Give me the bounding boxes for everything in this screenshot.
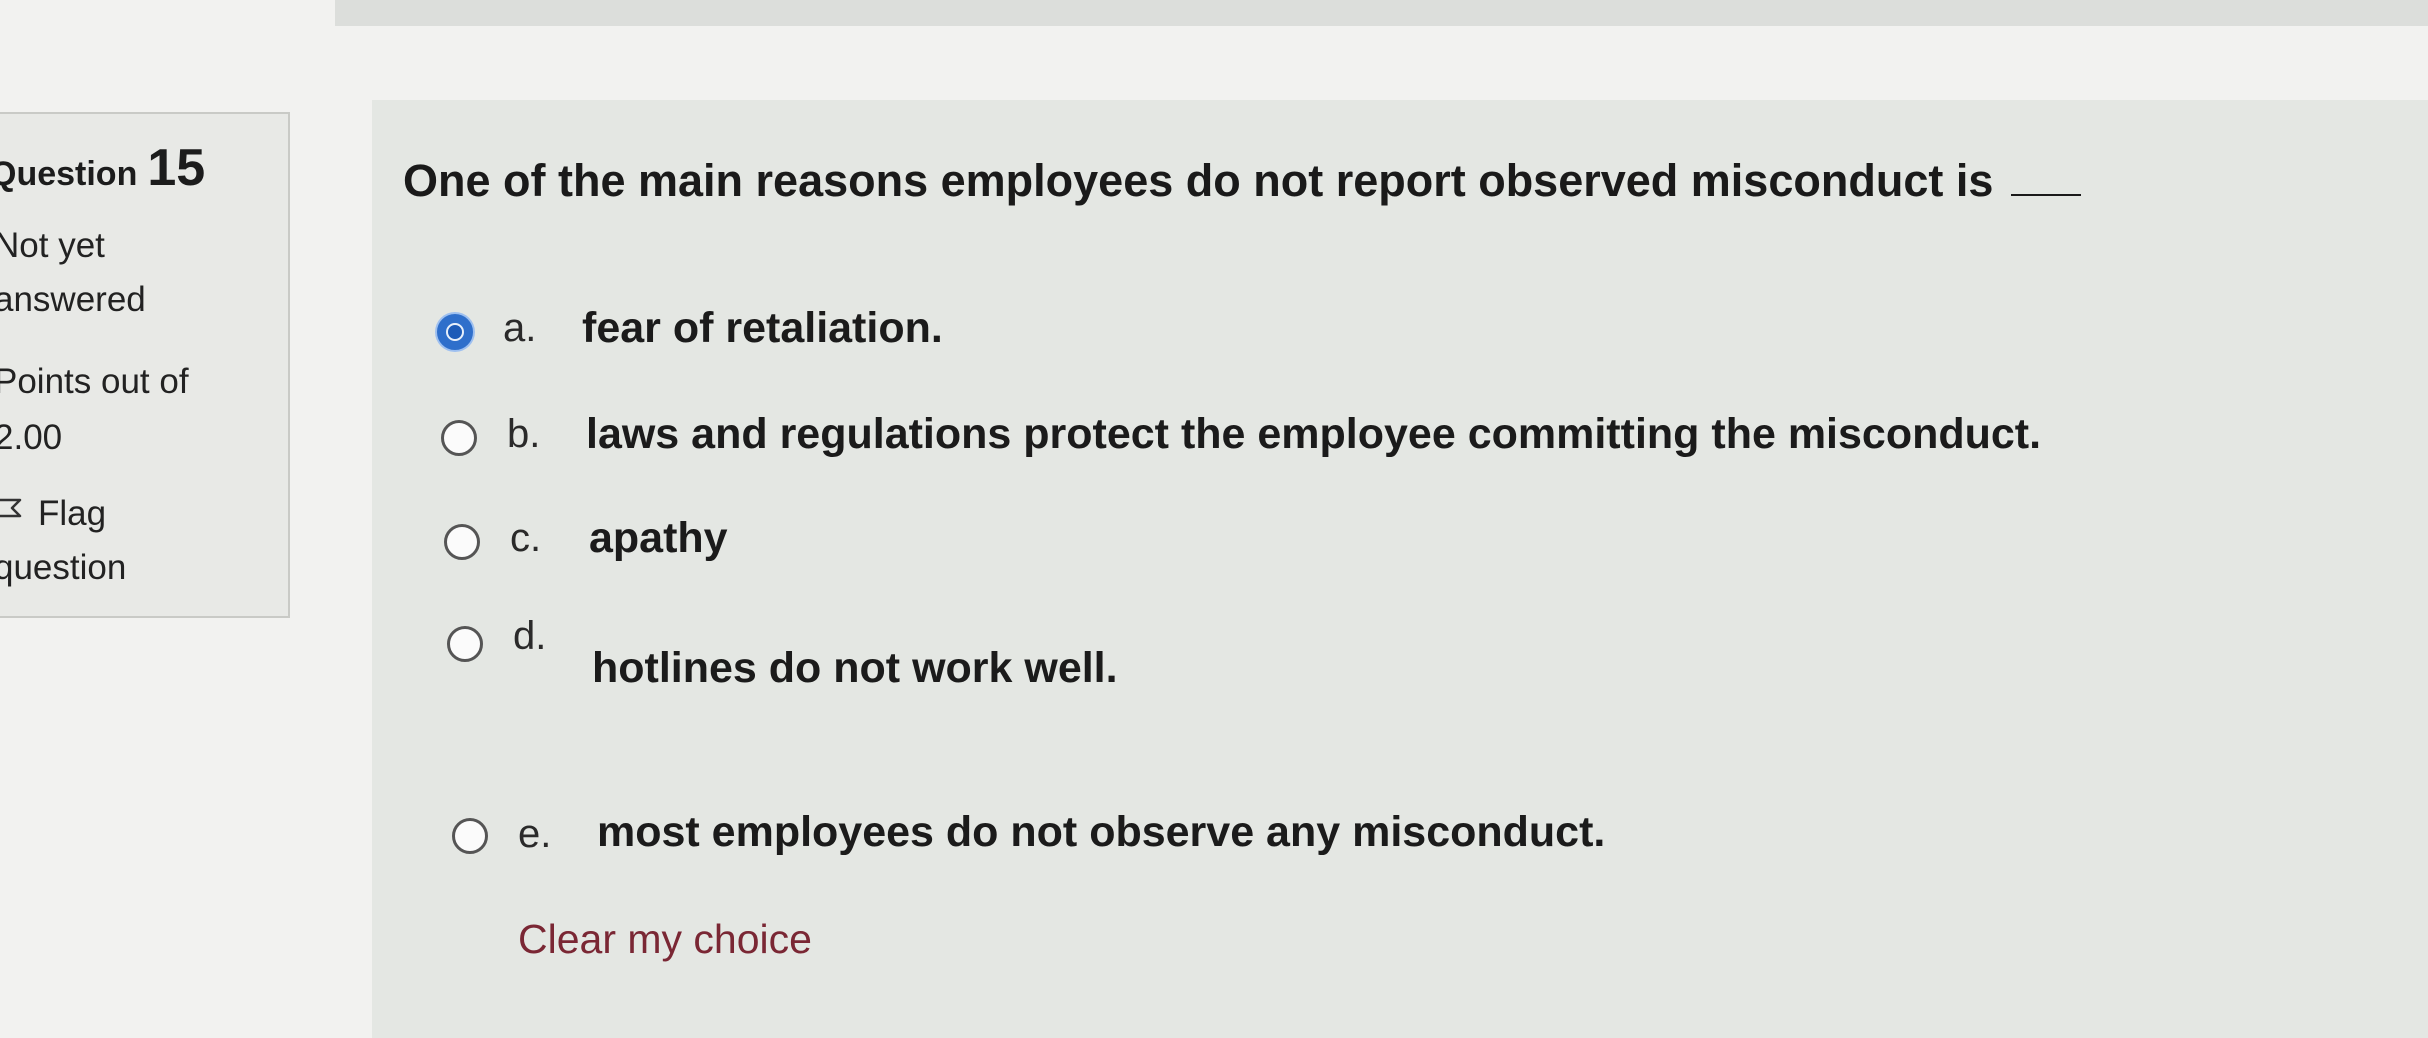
flag-label-line-2[interactable]: question: [0, 548, 126, 588]
radio-e[interactable]: [452, 818, 488, 854]
option-e-letter: e.: [518, 812, 552, 856]
question-label: Question: [0, 155, 138, 193]
flag-icon: [0, 498, 22, 518]
question-number: 15: [147, 139, 206, 197]
flag-question-button[interactable]: Flag: [0, 494, 106, 534]
flag-label: Flag: [38, 494, 107, 533]
radio-b[interactable]: [441, 420, 477, 456]
radio-d[interactable]: [447, 626, 483, 662]
clear-choice-link[interactable]: Clear my choice: [518, 916, 812, 963]
option-b-text: laws and regulations protect the employe…: [586, 410, 2042, 458]
option-a-text: fear of retaliation.: [582, 304, 943, 352]
answer-blank: [2011, 194, 2082, 196]
option-e-text: most employees do not observe any miscon…: [597, 808, 1606, 856]
radio-c[interactable]: [444, 524, 480, 560]
status-line-1: Not yet: [0, 226, 105, 265]
option-c-letter: c.: [510, 516, 542, 560]
top-strip: [335, 0, 2428, 26]
question-text: One of the main reasons employees do not…: [403, 155, 2082, 207]
option-d-letter: d.: [513, 614, 547, 658]
radio-a-dot: [446, 323, 464, 341]
points-value: 2.00: [0, 418, 63, 457]
radio-a[interactable]: [437, 314, 473, 350]
status-line-2: answered: [0, 280, 146, 319]
option-c-text: apathy: [589, 514, 728, 562]
option-a-letter: a.: [503, 306, 537, 350]
question-text-content: One of the main reasons employees do not…: [403, 155, 1994, 206]
question-heading: Question 15: [0, 138, 205, 198]
question-content-panel: [372, 100, 2428, 1038]
option-b-letter: b.: [507, 412, 541, 456]
option-d-text: hotlines do not work well.: [592, 644, 1118, 692]
points-label: Points out of: [0, 362, 189, 401]
